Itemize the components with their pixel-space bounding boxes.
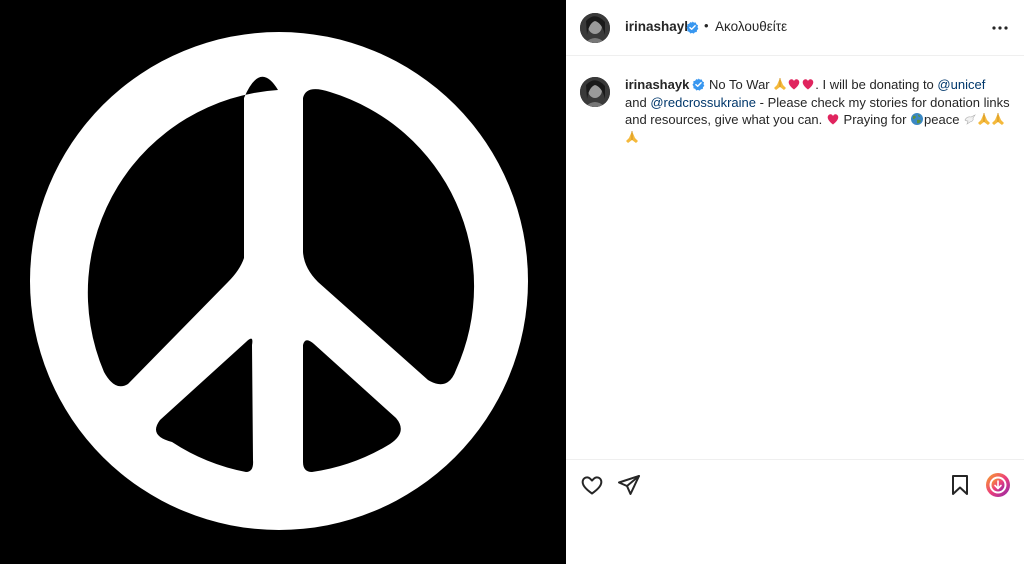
paper-plane-icon[interactable] [617, 473, 641, 497]
praying-hands-icon [992, 113, 1005, 125]
post-side-panel: irinashayk • Ακολουθείτε irinashayk No T… [566, 0, 1024, 564]
bookmark-icon[interactable] [948, 473, 972, 497]
caption-text-1: No To War [708, 77, 770, 92]
praying-hands-icon [774, 78, 787, 90]
praying-hands-icon [626, 130, 638, 143]
more-options-icon[interactable] [990, 18, 1010, 38]
instagram-post: irinashayk • Ακολουθείτε irinashayk No T… [0, 0, 1024, 564]
caption-avatar[interactable] [580, 77, 610, 107]
caption-text-3: and [625, 94, 647, 110]
globe-icon [911, 113, 924, 125]
dove-icon [964, 114, 976, 125]
download-extension-icon[interactable] [985, 472, 1011, 498]
verified-badge-icon [692, 78, 705, 91]
avatar[interactable] [580, 13, 610, 43]
heart-emoji-icon [827, 114, 839, 125]
header-separator: • [704, 18, 709, 33]
post-header: irinashayk • Ακολουθείτε [566, 0, 1024, 56]
caption-username[interactable]: irinashayk [625, 77, 689, 92]
mention-redcrossukraine-link[interactable]: @redcrossukraine [650, 95, 756, 110]
praying-hands-icon [978, 113, 991, 125]
heart-emoji-icon [788, 79, 800, 90]
post-actions-bar [566, 459, 1024, 564]
peace-symbol-image [30, 32, 528, 530]
caption-text-2: . I will be donating to [815, 77, 934, 92]
header-username[interactable]: irinashayk [625, 19, 692, 34]
heart-emoji-icon [802, 79, 814, 90]
verified-badge-icon [686, 21, 699, 34]
peace-symbol [30, 32, 528, 530]
post-image[interactable] [0, 0, 566, 564]
caption-text-5: Praying for [843, 112, 907, 127]
caption-text-6: peace [924, 112, 960, 127]
caption-text: irinashayk No To War . I will be donatin… [625, 76, 1017, 146]
follow-status-button[interactable]: Ακολουθείτε [715, 19, 787, 34]
mention-unicef-link[interactable]: @unicef [937, 77, 985, 92]
heart-icon[interactable] [580, 473, 604, 497]
